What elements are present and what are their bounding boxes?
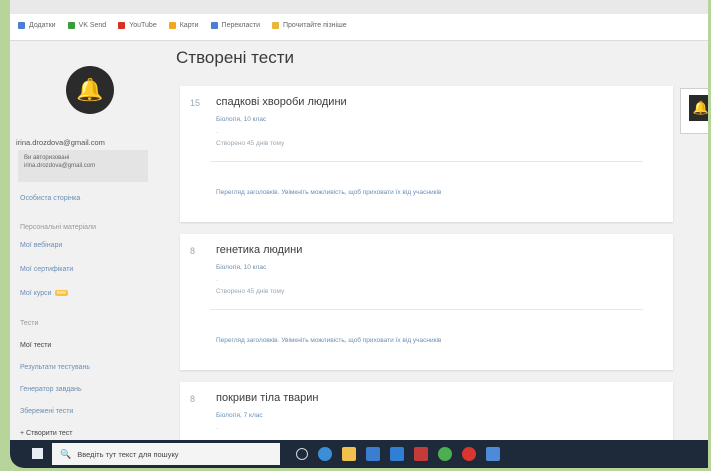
page-title: Створені тести	[176, 48, 294, 67]
test-dot: ·	[216, 277, 219, 284]
auth-line-2: irina.drozdova@gmail.com	[24, 163, 96, 169]
sidebar-item-courses-label: Мої курси	[20, 290, 52, 297]
right-thumb: 🔔	[689, 95, 708, 121]
maps-icon	[168, 22, 176, 29]
auth-line-1: Ви авторизовані	[24, 155, 70, 161]
bell-icon: 🔔	[692, 100, 708, 115]
task-view-icon[interactable]	[296, 448, 308, 460]
sidebar-item-all-tests[interactable]: Мої тести	[20, 342, 51, 349]
auth-info-box: Ви авторизовані irina.drozdova@gmail.com	[18, 150, 148, 182]
bookmark-reading-list[interactable]: Прочитайте пізніше	[272, 22, 347, 29]
vk-icon	[67, 22, 75, 29]
test-created: Створено 45 днів тому	[216, 288, 285, 295]
sidebar-item-generator[interactable]: Генератор завдань	[20, 386, 82, 393]
bookmark-translate[interactable]: Перекласти	[210, 22, 260, 29]
test-dot: ·	[216, 425, 219, 432]
test-meta: Біологія, 10 клас	[216, 264, 267, 271]
question-count: 8	[190, 394, 196, 404]
bookmark-vk[interactable]: VK Send	[67, 22, 106, 29]
sidebar: 🔔 irina.drozdova@gmail.com Ви авторизова…	[10, 58, 160, 438]
sidebar-item-saved-tests[interactable]: Збережені тести	[20, 408, 73, 415]
right-panel-thumbnail[interactable]: 🔔	[680, 88, 708, 134]
test-card[interactable]: 8 покриви тіла тварин Біологія, 7 клас ·	[180, 382, 673, 440]
test-dot: ·	[216, 129, 219, 136]
test-footer-note[interactable]: Перегляд заголовків. Увімкніть можливіст…	[216, 337, 441, 344]
translate-icon	[210, 22, 218, 29]
taskbar-search-placeholder: Введіть тут текст для пошуку	[77, 449, 179, 459]
bookmark-youtube[interactable]: YouTube	[118, 22, 157, 29]
sidebar-item-webinars[interactable]: Мої вебінари	[20, 242, 62, 249]
sidebar-item-create-test[interactable]: + Створити тест	[20, 430, 72, 437]
question-count: 8	[190, 246, 196, 256]
youtube-icon	[118, 22, 126, 29]
test-footer-note[interactable]: Перегляд заголовків. Увімкніть можливіст…	[216, 189, 441, 196]
test-title[interactable]: генетика людини	[216, 244, 302, 256]
taskbar: 🔍 Введіть тут текст для пошуку	[10, 440, 708, 468]
file-explorer-icon[interactable]	[342, 447, 356, 461]
chrome-icon[interactable]	[438, 447, 452, 461]
new-badge: new	[54, 290, 68, 296]
taskbar-icons	[296, 447, 500, 461]
bookmark-apps[interactable]: Додатки	[18, 22, 56, 29]
sidebar-item-test-results[interactable]: Результати тестувань	[20, 364, 90, 371]
user-email: irina.drozdova@gmail.com	[16, 138, 105, 147]
test-title[interactable]: спадкові хвороби людини	[216, 96, 347, 108]
card-divider	[210, 309, 643, 310]
bookmarks-bar: Додатки VK Send YouTube Карти Перекласти…	[10, 0, 708, 41]
mail-icon[interactable]	[390, 447, 404, 461]
test-title[interactable]: покриви тіла тварин	[216, 392, 318, 404]
bookmarks-row: Додатки VK Send YouTube Карти Перекласти…	[18, 22, 347, 29]
opera-icon[interactable]	[462, 447, 476, 461]
screen: Додатки VK Send YouTube Карти Перекласти…	[10, 0, 708, 468]
apps-icon	[18, 22, 25, 29]
question-count: 15	[190, 98, 201, 108]
store-icon[interactable]	[366, 447, 380, 461]
test-card[interactable]: 8 генетика людини Біологія, 10 клас · Ст…	[180, 234, 673, 370]
test-card[interactable]: 15 спадкові хвороби людини Біологія, 10 …	[180, 86, 673, 222]
avatar[interactable]: 🔔	[66, 66, 114, 114]
reading-list-icon	[272, 22, 279, 29]
edge-icon[interactable]	[318, 447, 332, 461]
taskbar-search-input[interactable]: 🔍 Введіть тут текст для пошуку	[52, 443, 280, 465]
sidebar-section-materials: Персональні матеріали	[20, 224, 97, 231]
bell-icon: 🔔	[76, 77, 104, 102]
test-created: Створено 45 днів тому	[216, 140, 285, 147]
app-icon[interactable]	[486, 447, 500, 461]
sidebar-item-certificates[interactable]: Мої сертифікати	[20, 266, 73, 273]
test-meta: Біологія, 10 клас	[216, 116, 267, 123]
search-icon: 🔍	[60, 448, 72, 459]
antivirus-icon[interactable]	[414, 447, 428, 461]
sidebar-section-tests: Тести	[20, 320, 39, 327]
browser-top-strip	[10, 0, 708, 14]
bookmark-maps[interactable]: Карти	[168, 22, 199, 29]
test-meta: Біологія, 7 клас	[216, 412, 263, 419]
sidebar-item-profile[interactable]: Особиста сторінка	[20, 195, 80, 202]
sidebar-item-courses[interactable]: Мої курси new	[20, 290, 68, 297]
windows-start-icon[interactable]	[32, 448, 43, 459]
card-divider	[210, 161, 643, 162]
